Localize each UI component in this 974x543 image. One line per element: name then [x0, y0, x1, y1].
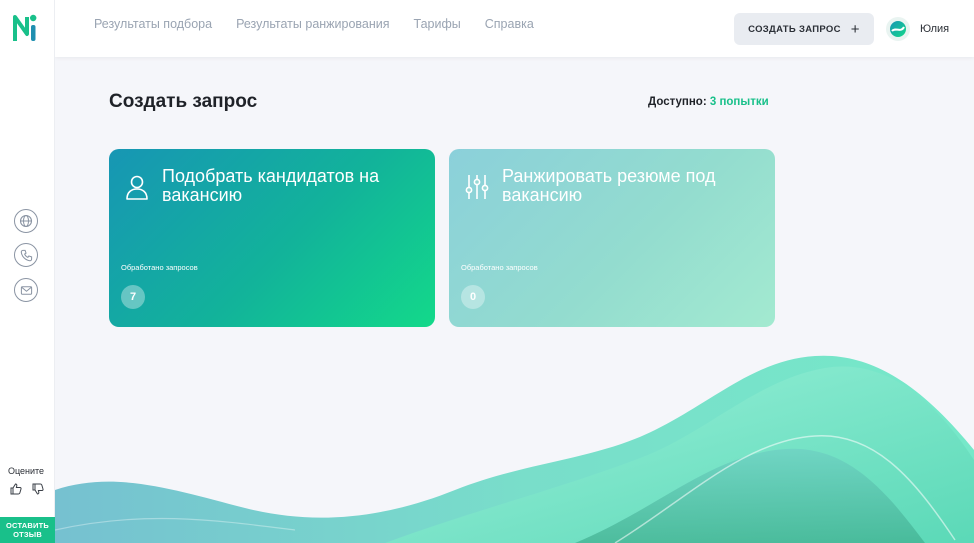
- globe-icon[interactable]: [14, 209, 38, 233]
- card-title: Подобрать кандидатов на вакансию: [162, 166, 380, 205]
- nav-ranking-results[interactable]: Результаты ранжирования: [236, 17, 389, 31]
- top-header: Результаты подбора Результаты ранжирован…: [55, 0, 974, 57]
- avatar-logo-icon: [890, 21, 906, 37]
- background-waves: [55, 355, 974, 543]
- thumbs-up-icon[interactable]: [9, 482, 22, 495]
- avatar: [886, 17, 910, 41]
- create-request-button[interactable]: СОЗДАТЬ ЗАПРОС +: [734, 13, 874, 45]
- rating-buttons: [9, 482, 44, 495]
- main-nav: Результаты подбора Результаты ранжирован…: [94, 17, 534, 31]
- user-menu[interactable]: Юлия: [886, 17, 949, 41]
- card-subtitle: Обработано запросов: [121, 263, 198, 272]
- card-subtitle: Обработано запросов: [461, 263, 538, 272]
- page-title: Создать запрос: [109, 91, 258, 112]
- card-rank-resumes[interactable]: Ранжировать резюме под вакансию Обработа…: [449, 149, 775, 327]
- rate-label: Оцените: [7, 466, 45, 476]
- nav-selection-results[interactable]: Результаты подбора: [94, 17, 212, 31]
- available-attempts: Доступно: 3 попытки: [648, 96, 769, 108]
- plus-icon: +: [850, 20, 860, 38]
- thumbs-down-icon[interactable]: [31, 482, 44, 495]
- mail-icon[interactable]: [14, 278, 38, 302]
- left-sidebar: Оцените ОСТАВИТЬ ОТЗЫВ: [0, 0, 55, 543]
- user-icon: [126, 175, 148, 200]
- card-title: Ранжировать резюме под вакансию: [502, 166, 716, 205]
- leave-feedback-button[interactable]: ОСТАВИТЬ ОТЗЫВ: [0, 517, 55, 543]
- card-count: 7: [121, 285, 145, 309]
- phone-icon[interactable]: [14, 243, 38, 267]
- nav-help[interactable]: Справка: [485, 17, 534, 31]
- logo[interactable]: [12, 12, 40, 42]
- card-count: 0: [461, 285, 485, 309]
- nav-tariffs[interactable]: Тарифы: [414, 17, 461, 31]
- user-name: Юлия: [920, 23, 950, 35]
- card-select-candidates[interactable]: Подобрать кандидатов на вакансию Обработ…: [109, 149, 435, 327]
- sliders-icon: [465, 175, 489, 199]
